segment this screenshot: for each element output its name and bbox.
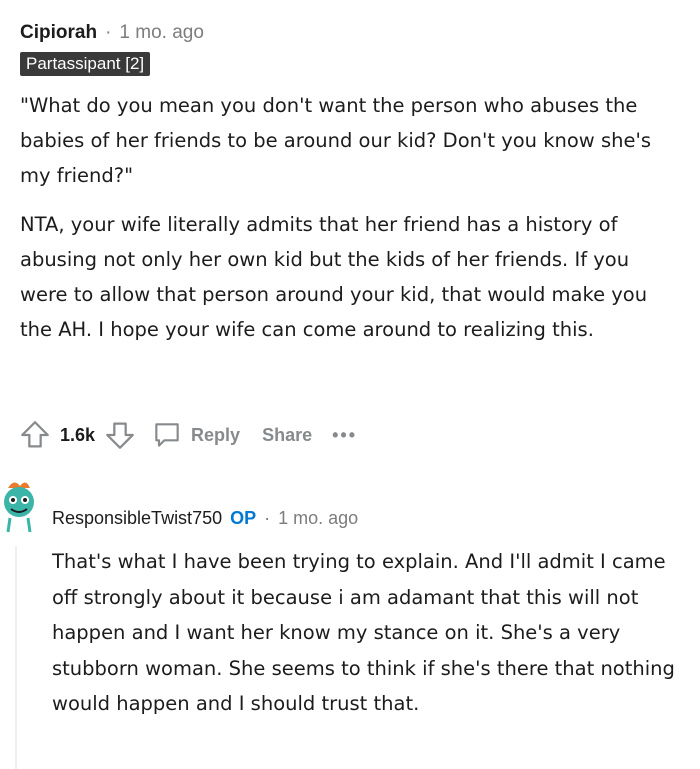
user-flair: Partassipant [2]: [20, 52, 151, 76]
comment-action-bar: 1.6k Reply Share •••: [18, 414, 357, 456]
reply-button[interactable]: Reply: [151, 419, 240, 451]
downvote-icon[interactable]: [103, 418, 137, 452]
comment-meta: Cipiorah · 1 mo. ago: [20, 18, 680, 48]
comment-cipiorah: Cipiorah · 1 mo. ago Partassipant [2] "W…: [20, 18, 680, 347]
comment-body: That's what I have been trying to explai…: [52, 550, 675, 715]
meta-separator: ·: [264, 507, 271, 528]
more-options-button[interactable]: •••: [332, 425, 357, 446]
upvote-icon[interactable]: [18, 418, 52, 452]
comment-body: "What do you mean you don't want the per…: [20, 88, 680, 347]
share-button[interactable]: Share: [254, 425, 312, 446]
comment-meta: ResponsibleTwist750 OP · 1 mo. ago: [52, 500, 682, 536]
reply-label: Reply: [191, 424, 241, 445]
comment-paragraph: NTA, your wife literally admits that her…: [20, 213, 648, 341]
comment-author[interactable]: Cipiorah: [20, 22, 97, 44]
comment-timestamp[interactable]: 1 mo. ago: [278, 508, 358, 529]
comment-paragraph: "What do you mean you don't want the per…: [20, 94, 651, 187]
comment-author[interactable]: ResponsibleTwist750: [52, 508, 222, 529]
op-badge: OP: [230, 507, 257, 528]
comment-timestamp[interactable]: 1 mo. ago: [119, 22, 204, 44]
comment-responsibletwist750: ResponsibleTwist750 OP · 1 mo. ago That'…: [52, 500, 682, 722]
share-label: Share: [262, 424, 313, 445]
meta-separator: ·: [105, 22, 112, 43]
user-avatar[interactable]: [0, 476, 38, 538]
vote-count: 1.6k: [60, 424, 96, 445]
comment-bubble-icon: [151, 419, 183, 451]
thread-line[interactable]: [15, 546, 17, 769]
